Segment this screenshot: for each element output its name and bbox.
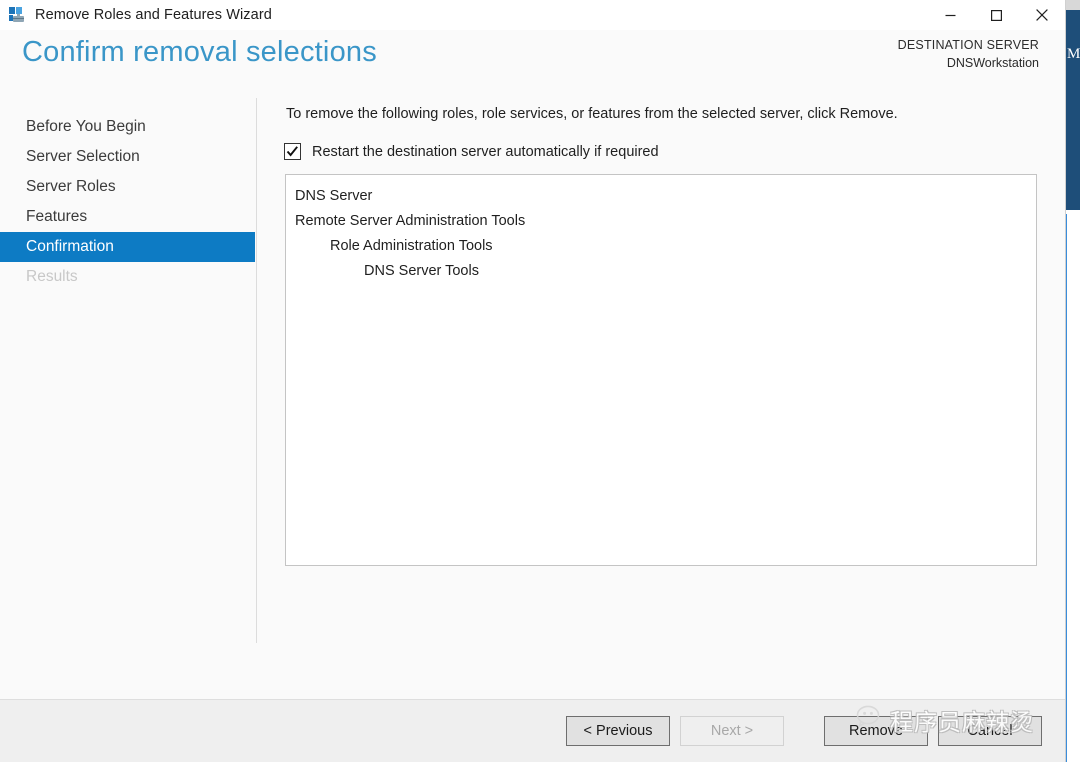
- destination-server-label: DESTINATION SERVER: [897, 38, 1039, 52]
- sidebar-item-server-selection[interactable]: Server Selection: [0, 142, 256, 172]
- sidebar-item-before-you-begin[interactable]: Before You Begin: [0, 112, 256, 142]
- background-window-letter: M: [1067, 46, 1080, 62]
- server-toolbox-icon: [8, 6, 26, 24]
- minimize-icon[interactable]: [927, 0, 973, 30]
- restart-checkbox-row: Restart the destination server automatic…: [284, 143, 659, 160]
- list-item[interactable]: DNS Server: [286, 184, 1036, 209]
- list-item[interactable]: Role Administration Tools: [286, 234, 1036, 259]
- wizard-body: Before You Begin Server Selection Server…: [0, 98, 1065, 669]
- window-title: Remove Roles and Features Wizard: [35, 7, 272, 23]
- destination-server-block: DESTINATION SERVER DNSWorkstation: [898, 36, 1039, 72]
- wizard-footer: < Previous Next > Remove Cancel: [0, 699, 1065, 762]
- restart-checkbox[interactable]: [284, 143, 301, 160]
- title-bar: Remove Roles and Features Wizard: [0, 0, 1065, 30]
- wizard-content-pane: To remove the following roles, role serv…: [257, 98, 1065, 669]
- wizard-step-navigation: Before You Begin Server Selection Server…: [0, 98, 257, 643]
- page-title: Confirm removal selections: [22, 36, 377, 68]
- list-item[interactable]: DNS Server Tools: [286, 259, 1036, 284]
- maximize-icon[interactable]: [973, 0, 1019, 30]
- sidebar-item-results: Results: [26, 268, 78, 285]
- sidebar-item-confirmation[interactable]: Confirmation: [0, 232, 255, 262]
- next-button: Next >: [680, 716, 784, 746]
- cancel-button[interactable]: Cancel: [938, 716, 1042, 746]
- sidebar-item-server-roles[interactable]: Server Roles: [0, 172, 256, 202]
- destination-server-value: DNSWorkstation: [946, 56, 1039, 70]
- background-window-body: [1064, 10, 1080, 210]
- instruction-text: To remove the following roles, role serv…: [286, 106, 898, 122]
- removal-selection-list[interactable]: DNS Server Remote Server Administration …: [285, 174, 1037, 566]
- list-item[interactable]: Remote Server Administration Tools: [286, 209, 1036, 234]
- remove-button[interactable]: Remove: [824, 716, 928, 746]
- remove-roles-wizard-window: Remove Roles and Features Wizard Confirm…: [0, 0, 1066, 762]
- restart-checkbox-label[interactable]: Restart the destination server automatic…: [312, 144, 659, 160]
- sidebar-item-features[interactable]: Features: [0, 202, 256, 232]
- page-header: Confirm removal selections DESTINATION S…: [0, 30, 1065, 98]
- previous-button[interactable]: < Previous: [566, 716, 670, 746]
- window-controls: [927, 0, 1065, 30]
- close-icon[interactable]: [1019, 0, 1065, 30]
